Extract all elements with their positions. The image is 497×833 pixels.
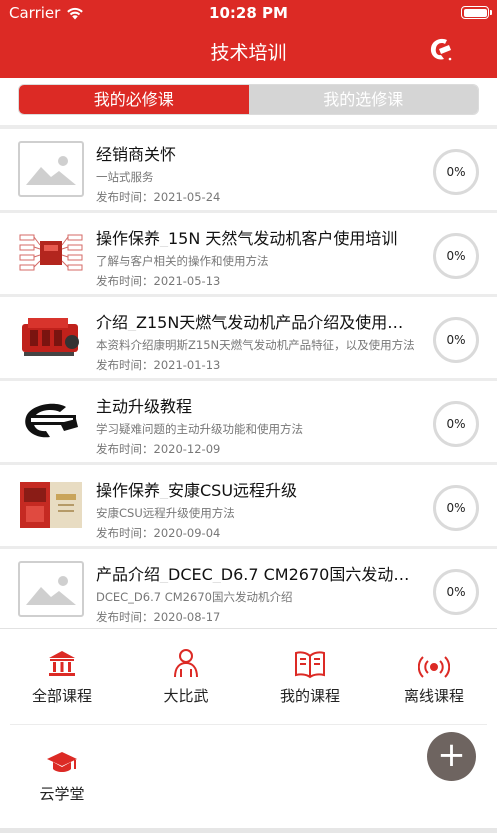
course-title: 产品介绍_DCEC_D6.7 CM2670国六发动机介绍	[96, 565, 418, 583]
course-list[interactable]: 经销商关怀 一站式服务 发布时间：2021-05-24 0% 操作保养_15N …	[0, 129, 497, 633]
course-subtitle: 本资料介绍康明斯Z15N天燃气发动机产品特征，以及使用方法	[96, 338, 415, 352]
segment-required-courses[interactable]: 我的必修课	[19, 85, 249, 114]
course-title: 经销商关怀	[96, 145, 177, 163]
bank-icon	[49, 651, 75, 676]
progress-ring: 0%	[433, 569, 479, 615]
tab-my-courses[interactable]: 我的课程	[255, 645, 365, 706]
course-list-item[interactable]: 操作保养_安康CSU远程升级 安康CSU远程升级使用方法 发布时间：2020-0…	[0, 465, 497, 549]
open-book-icon	[295, 651, 325, 679]
course-title: 操作保养_安康CSU远程升级	[96, 481, 298, 499]
tab-competition[interactable]: 大比武	[131, 645, 241, 706]
course-date: 发布时间：2021-01-13	[96, 358, 221, 372]
course-subtitle: 了解与客户相关的操作和使用方法	[96, 254, 269, 268]
course-title: 操作保养_15N 天然气发动机客户使用培训	[96, 229, 398, 247]
broadcast-icon	[418, 656, 450, 678]
course-date: 发布时间：2021-05-24	[96, 190, 221, 204]
progress-ring: 0%	[433, 401, 479, 447]
cummins-wordmark-icon	[18, 393, 84, 449]
course-list-item[interactable]: 介绍_Z15N天燃气发动机产品介绍及使用方法 本资料介绍康明斯Z15N天燃气发动…	[0, 297, 497, 381]
course-subtitle: DCEC_D6.7 CM2670国六发动机介绍	[96, 590, 293, 604]
graduation-cap-icon	[47, 752, 77, 772]
plus-icon: +	[437, 735, 466, 775]
cummins-logo-icon[interactable]	[427, 36, 453, 64]
course-subtitle: 学习疑难问题的主动升级功能和使用方法	[96, 422, 303, 436]
progress-ring: 0%	[433, 317, 479, 363]
add-button[interactable]: +	[427, 732, 476, 781]
tab-label: 云学堂	[39, 785, 85, 803]
image-placeholder-icon	[18, 561, 84, 617]
bottom-edge	[0, 828, 497, 833]
course-subtitle: 一站式服务	[96, 170, 154, 184]
divider	[10, 724, 487, 725]
tab-label: 我的课程	[279, 687, 340, 705]
course-title: 主动升级教程	[96, 397, 193, 415]
battery-icon	[461, 6, 492, 19]
course-date: 发布时间：2020-08-17	[96, 610, 221, 624]
progress-ring: 0%	[433, 233, 479, 279]
nav-bar: Carrier 10:28 PM 技术培训	[0, 0, 497, 78]
bottom-tab-bar: 全部课程 大比武 我的课程 离线课程 云学堂	[0, 628, 497, 833]
course-date: 发布时间：2021-05-13	[96, 274, 221, 288]
course-list-item[interactable]: 经销商关怀 一站式服务 发布时间：2021-05-24 0%	[0, 129, 497, 213]
tab-cloud-academy[interactable]: 云学堂	[7, 743, 117, 804]
tab-label: 全部课程	[31, 687, 92, 705]
course-list-item[interactable]: 主动升级教程 学习疑难问题的主动升级功能和使用方法 发布时间：2020-12-0…	[0, 381, 497, 465]
image-placeholder-icon	[18, 141, 84, 197]
course-date: 发布时间：2020-12-09	[96, 442, 221, 456]
diagram-thumbnail-icon	[18, 225, 84, 281]
tab-all-courses[interactable]: 全部课程	[7, 645, 117, 706]
course-list-item[interactable]: 产品介绍_DCEC_D6.7 CM2670国六发动机介绍 DCEC_D6.7 C…	[0, 549, 497, 633]
status-time: 10:28 PM	[209, 4, 288, 22]
segment-elective-courses[interactable]: 我的选修课	[248, 85, 478, 114]
status-bar: Carrier 10:28 PM	[0, 0, 497, 26]
progress-ring: 0%	[433, 149, 479, 195]
tab-label: 大比武	[163, 687, 209, 705]
tab-label: 离线课程	[403, 687, 464, 705]
course-title: 介绍_Z15N天燃气发动机产品介绍及使用方法	[96, 313, 418, 331]
booklet-thumbnail-icon	[18, 477, 84, 533]
engine-thumbnail-icon	[18, 309, 84, 365]
course-subtitle: 安康CSU远程升级使用方法	[96, 506, 235, 520]
progress-ring: 0%	[433, 485, 479, 531]
users-icon	[174, 649, 198, 678]
course-date: 发布时间：2020-09-04	[96, 526, 221, 540]
course-type-segmented-control: 我的必修课 我的选修课	[18, 84, 479, 115]
course-list-item[interactable]: 操作保养_15N 天然气发动机客户使用培训 了解与客户相关的操作和使用方法 发布…	[0, 213, 497, 297]
page-title: 技术培训	[210, 42, 287, 64]
tab-offline-courses[interactable]: 离线课程	[379, 645, 489, 706]
